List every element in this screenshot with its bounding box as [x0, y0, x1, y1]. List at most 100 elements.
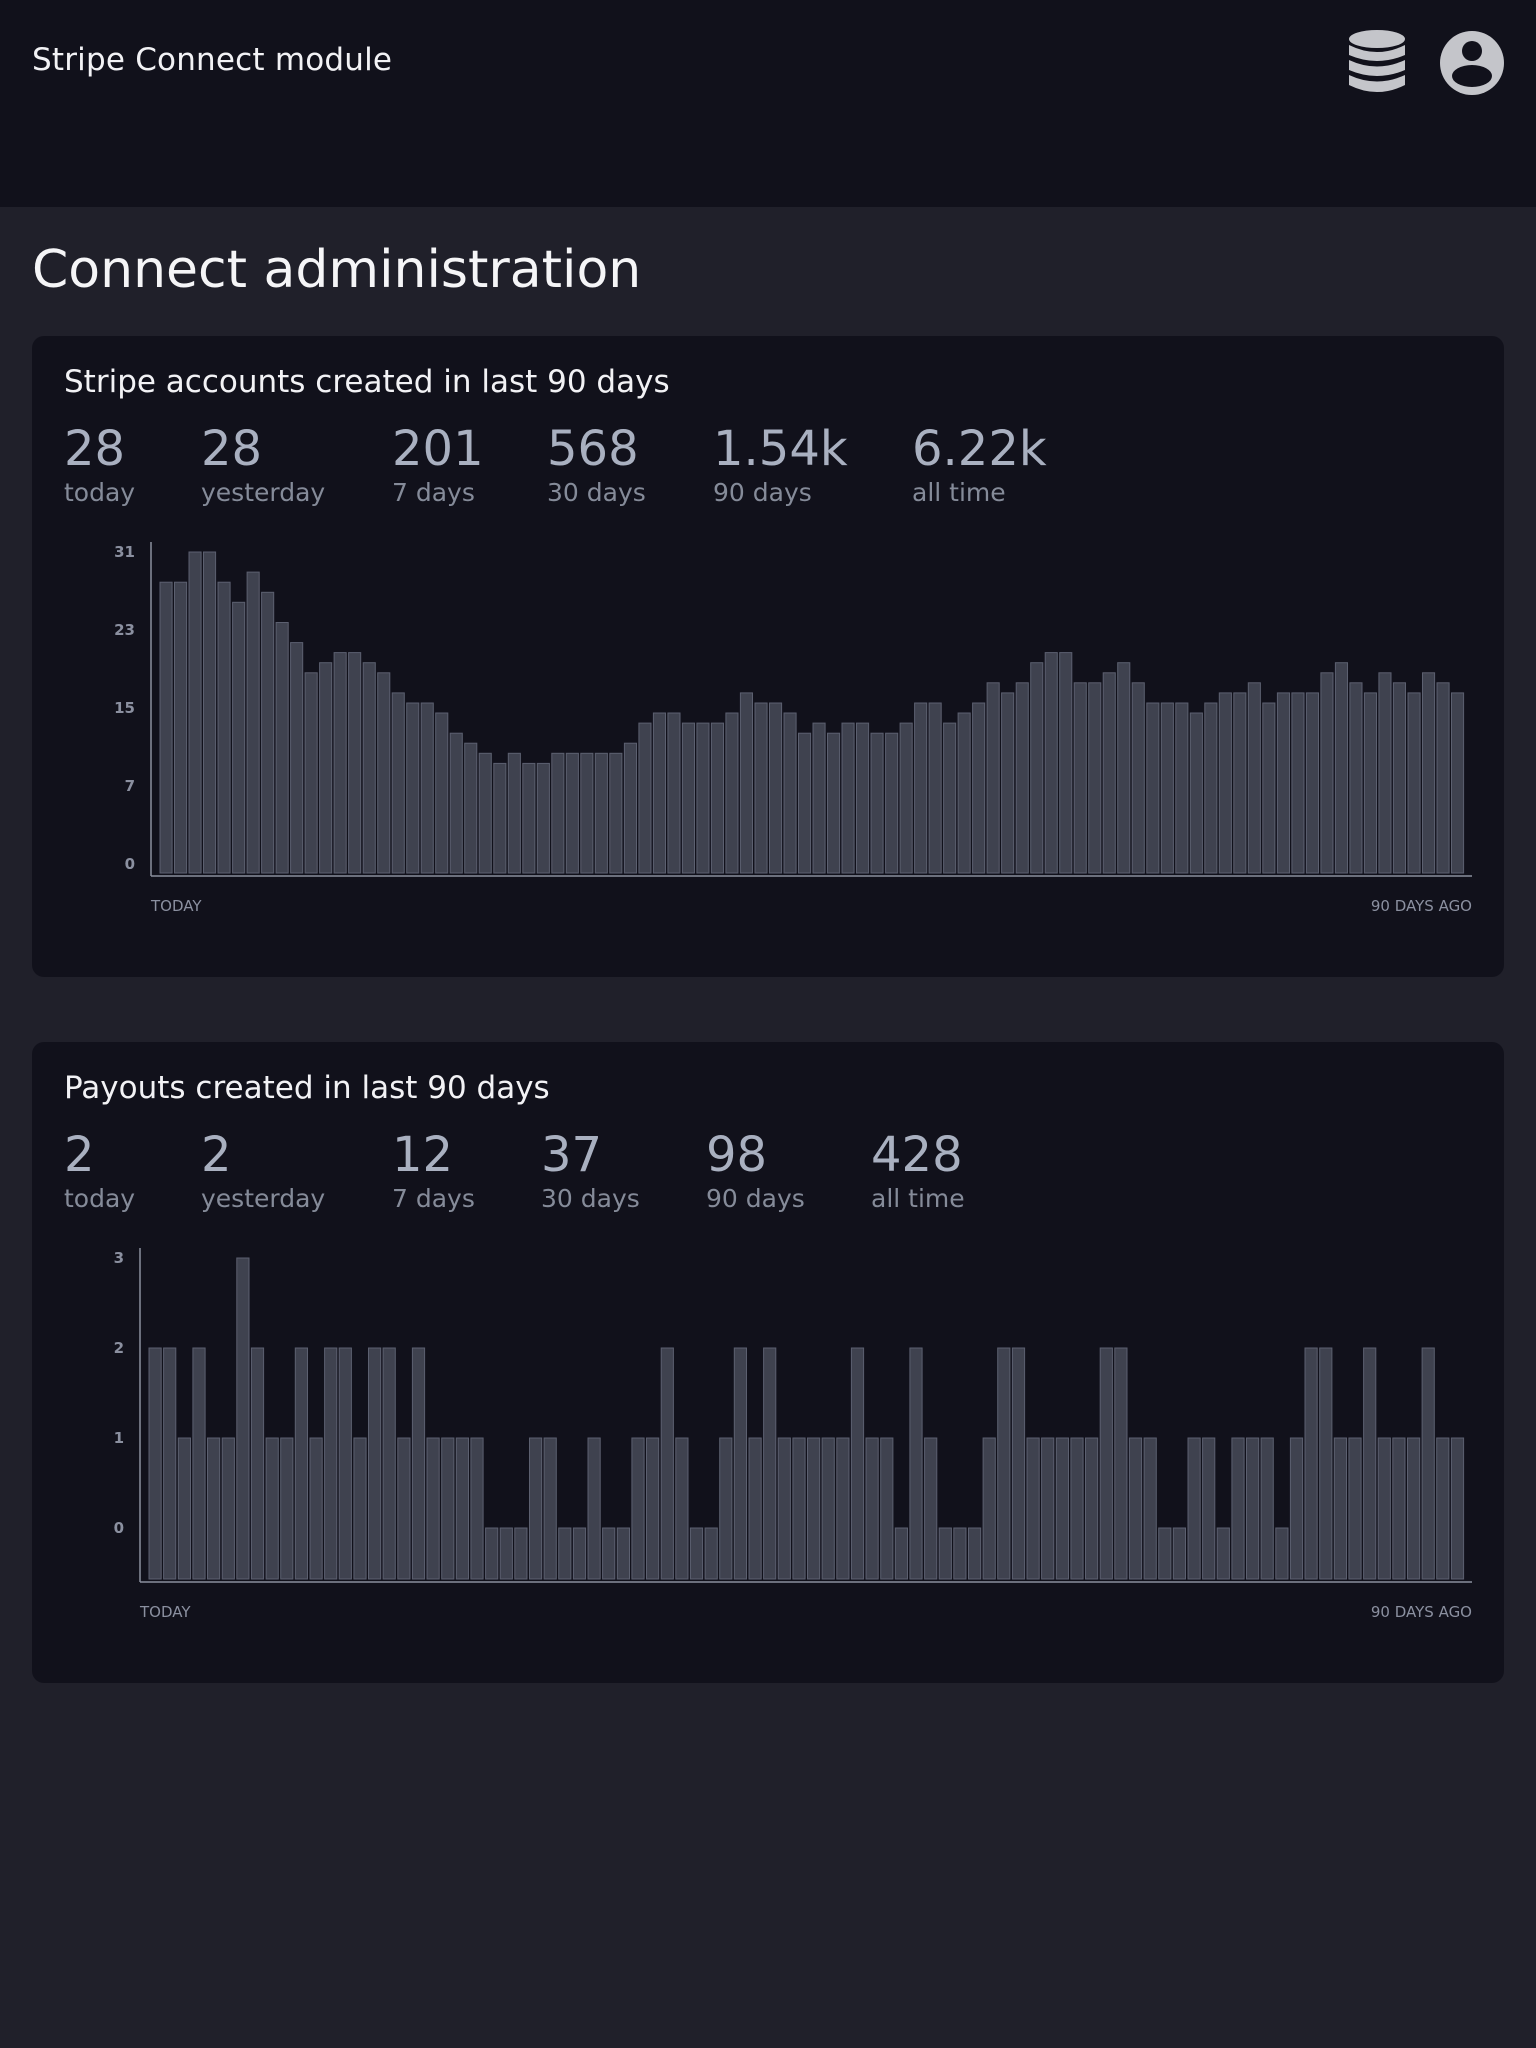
bar — [1305, 692, 1320, 874]
stat-label: 90 days — [713, 478, 812, 507]
bar — [748, 1437, 762, 1580]
bar — [217, 581, 231, 874]
bar — [1363, 692, 1378, 874]
bar — [426, 1437, 440, 1580]
app-title: Stripe Connect module — [32, 42, 393, 78]
stat-90-days: 1.54k 90 days — [713, 420, 848, 508]
bar — [865, 1437, 879, 1580]
bar — [880, 1437, 894, 1580]
bar — [710, 722, 725, 874]
bar — [1233, 692, 1247, 874]
x-start-label: TODAY — [139, 1603, 191, 1621]
bar — [565, 752, 579, 874]
bar — [338, 1347, 352, 1580]
bar — [236, 1257, 250, 1580]
stat-value: 201 — [392, 421, 484, 477]
bar — [294, 1347, 309, 1580]
bar — [221, 1437, 235, 1580]
bar — [1070, 1437, 1084, 1580]
bar — [783, 712, 797, 874]
bar — [725, 712, 739, 874]
bar — [894, 1527, 908, 1580]
bar — [391, 692, 405, 874]
bar — [957, 712, 971, 874]
bar — [885, 732, 899, 874]
bar — [1011, 1347, 1026, 1580]
bar — [1276, 692, 1291, 874]
database-icon[interactable] — [1346, 29, 1408, 101]
stat-label: today — [64, 478, 136, 507]
accounts-card: Stripe accounts created in last 90 days … — [32, 336, 1504, 977]
stat-label: yesterday — [201, 1184, 326, 1213]
top-bar: Stripe Connect module — [0, 0, 1536, 207]
stat-label: today — [64, 1184, 136, 1213]
stat-7-days: 201 7 days — [392, 420, 484, 508]
bar — [232, 601, 246, 874]
bar — [646, 1437, 660, 1580]
bar — [1189, 712, 1203, 874]
bar — [1099, 1347, 1113, 1580]
bar — [246, 571, 260, 874]
bar — [280, 1437, 294, 1580]
bar — [899, 722, 913, 874]
bar — [493, 762, 507, 874]
bar — [522, 762, 536, 874]
bar — [909, 1347, 923, 1580]
bar — [435, 712, 449, 874]
stat-7-days: 12 7 days — [392, 1126, 475, 1214]
bar — [1377, 1437, 1391, 1580]
bar — [1041, 1437, 1055, 1580]
bar — [377, 672, 391, 874]
bar — [1333, 1437, 1348, 1580]
bar — [1289, 1437, 1304, 1580]
y-tick-label: 2 — [114, 1339, 124, 1357]
bar — [594, 752, 608, 874]
bar — [1216, 1527, 1230, 1580]
bar — [769, 702, 783, 874]
stat-label: all time — [912, 478, 1006, 507]
bar — [1262, 702, 1276, 874]
bar — [1451, 692, 1465, 874]
bar — [754, 702, 768, 874]
bar — [499, 1527, 513, 1580]
stat-value: 37 — [541, 1127, 603, 1183]
bar — [1421, 1347, 1435, 1580]
stat-value: 6.22k — [912, 421, 1047, 477]
user-account-icon[interactable] — [1439, 29, 1505, 101]
bar — [1088, 682, 1102, 874]
bar — [660, 1347, 674, 1580]
bar — [587, 1437, 601, 1580]
bar — [1175, 702, 1189, 874]
accounts-chart-svg: 31 23 15 7 0 TODAY 90 DAYS AGO — [114, 542, 1472, 915]
bar — [1015, 682, 1029, 874]
page-title: Connect administration — [32, 240, 642, 300]
bar — [174, 581, 188, 874]
bar — [870, 732, 884, 874]
bar — [1407, 692, 1421, 874]
bar — [1026, 1437, 1040, 1580]
bar — [580, 752, 594, 874]
bar — [763, 1347, 777, 1580]
y-tick-label: 0 — [114, 1519, 124, 1537]
bar — [543, 1437, 557, 1580]
bar — [1131, 682, 1145, 874]
bar — [1392, 1437, 1406, 1580]
bar — [1246, 1437, 1260, 1580]
bar — [275, 622, 289, 874]
bar — [529, 1437, 543, 1580]
bar — [798, 732, 812, 874]
stat-label: 30 days — [541, 1184, 640, 1213]
bar — [362, 662, 376, 874]
bar — [972, 702, 986, 874]
bar — [333, 652, 347, 874]
stat-label: all time — [871, 1184, 965, 1213]
bar — [616, 1527, 630, 1580]
bar — [1102, 672, 1116, 874]
bar — [1304, 1347, 1318, 1580]
bar — [938, 1527, 952, 1580]
payouts-card: Payouts created in last 90 days 2 today … — [32, 1042, 1504, 1683]
bar — [250, 1347, 265, 1580]
bar — [261, 591, 275, 874]
stat-value: 28 — [201, 421, 263, 477]
bar — [982, 1437, 996, 1580]
